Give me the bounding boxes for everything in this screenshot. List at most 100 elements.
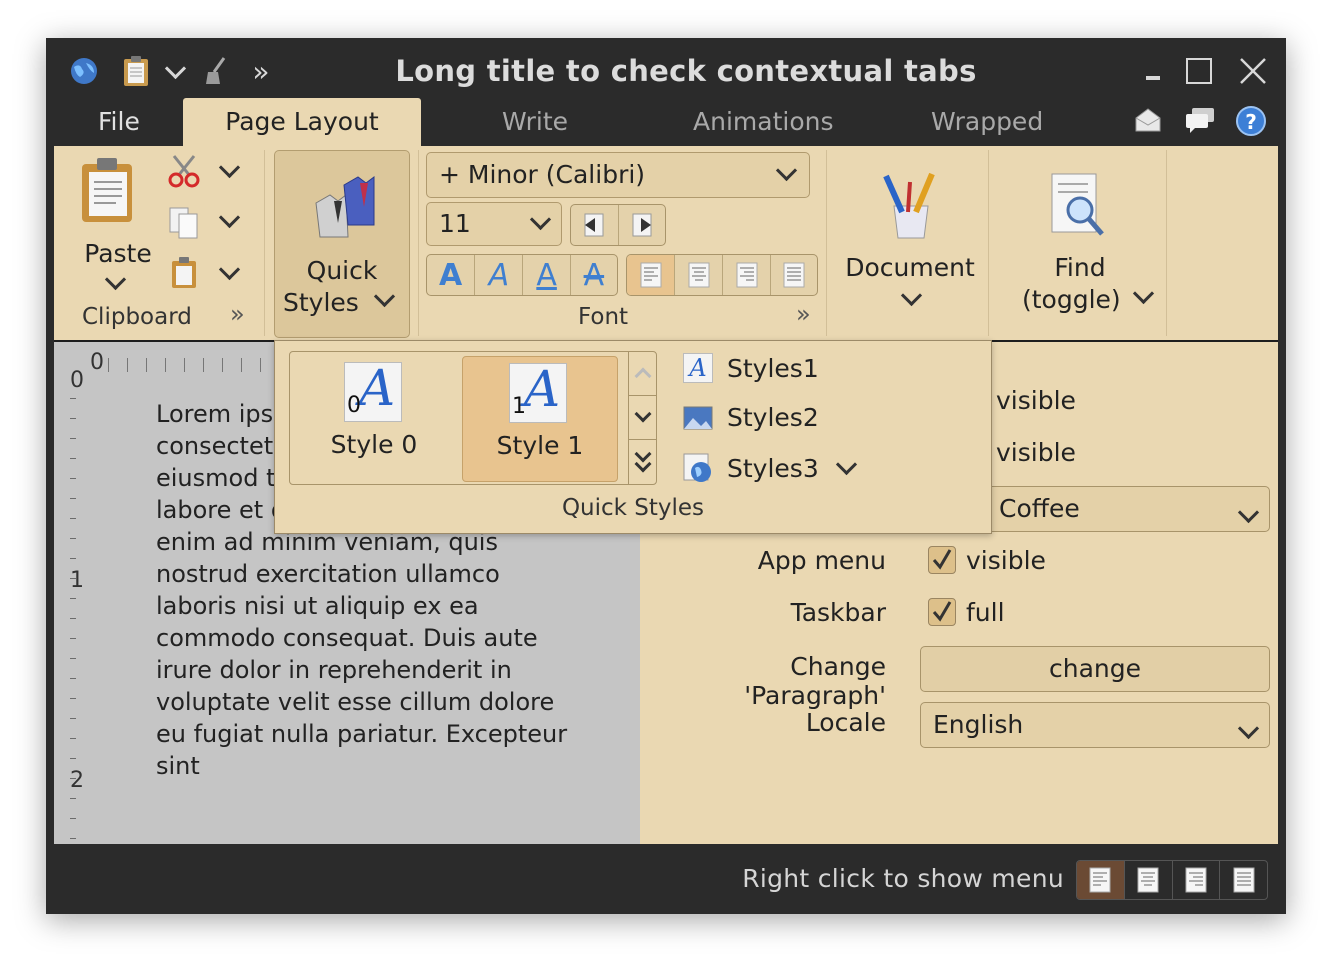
style-1-label: Style 1 — [496, 431, 584, 460]
chevron-down-icon — [373, 285, 396, 308]
styles2-label: Styles2 — [727, 403, 819, 432]
web-page-icon — [683, 453, 711, 482]
font-family-combo[interactable]: + Minor (Calibri) — [426, 152, 810, 198]
checkmark-icon — [932, 601, 952, 622]
status-align-left-icon[interactable] — [1077, 861, 1125, 899]
decrease-indent-icon[interactable] — [571, 205, 619, 245]
style-a-icon: A — [683, 353, 713, 383]
setting-row1-value: visible — [996, 386, 1076, 415]
chevron-down-icon — [835, 453, 857, 475]
paste-button[interactable]: Paste — [72, 152, 152, 292]
alignment-buttons — [626, 254, 818, 296]
font-bold-icon[interactable]: A — [427, 255, 476, 295]
chevron-down-icon[interactable] — [218, 258, 241, 281]
taskbar-label: Taskbar — [790, 598, 886, 627]
chevron-down-icon — [1237, 497, 1260, 526]
gallery-style-0[interactable]: A 0 Style 0 — [302, 358, 446, 478]
find-label-2: (toggle) — [1022, 285, 1121, 314]
chevron-down-icon — [1132, 282, 1155, 305]
maximize-icon[interactable] — [1178, 52, 1218, 90]
copy-icon[interactable] — [168, 206, 200, 244]
tab-file[interactable]: File — [98, 98, 140, 146]
quick-styles-button[interactable]: Quick Styles — [274, 150, 410, 338]
popup-group-label: Quick Styles — [561, 495, 705, 521]
menu-styles1[interactable]: A Styles1 — [683, 353, 819, 383]
clipboard-group-label: Clipboard — [82, 304, 192, 330]
align-left-icon[interactable] — [627, 255, 676, 295]
font-dialog-launcher[interactable]: » — [796, 300, 811, 328]
gallery-down-button[interactable] — [629, 396, 657, 440]
tab-write[interactable]: Write — [502, 98, 568, 146]
find-toggle-button[interactable]: Find (toggle) — [996, 152, 1164, 332]
align-center-icon[interactable] — [675, 255, 724, 295]
font-strikethrough-icon[interactable]: A — [571, 255, 617, 295]
paste-special-icon[interactable] — [168, 256, 200, 294]
picture-icon — [683, 406, 713, 429]
gallery-style-1[interactable]: A 1 Style 1 — [462, 356, 618, 482]
close-icon[interactable] — [1234, 52, 1274, 90]
minimize-icon[interactable] — [1134, 52, 1174, 90]
tab-animations[interactable]: Animations — [693, 98, 833, 146]
menu-styles2[interactable]: Styles2 — [683, 403, 819, 432]
style-1-icon: A 1 — [509, 360, 567, 423]
gallery-expand-button[interactable] — [629, 440, 657, 484]
font-style-buttons: A A A A — [426, 254, 618, 296]
gallery-up-button[interactable] — [629, 352, 657, 396]
status-text[interactable]: Right click to show menu — [742, 864, 1064, 893]
overflow-icon[interactable]: » — [246, 52, 276, 90]
taskbar-value: full — [966, 598, 1005, 627]
find-label-1: Find — [1054, 253, 1106, 282]
locale-value: English — [933, 710, 1024, 739]
locale-label: Locale — [805, 708, 886, 737]
status-align-right-icon[interactable] — [1173, 861, 1221, 899]
envelope-icon[interactable] — [1134, 106, 1162, 138]
chevron-down-icon — [1237, 713, 1260, 742]
font-italic-icon[interactable]: A — [475, 255, 524, 295]
document-label: Document — [845, 253, 975, 282]
font-underline-icon[interactable]: A — [523, 255, 571, 295]
styles1-label: Styles1 — [727, 353, 819, 383]
status-align-justify-icon[interactable] — [1220, 861, 1267, 899]
style-0-label: Style 0 — [330, 430, 418, 459]
setting-row2-value: visible — [996, 438, 1076, 467]
style-0-icon: A 0 — [344, 359, 402, 422]
app-menu-label: App menu — [757, 546, 886, 575]
find-icon — [1051, 173, 1104, 236]
font-size-combo[interactable]: 11 — [426, 202, 562, 246]
menu-styles3[interactable]: Styles3 — [683, 453, 857, 483]
dropdown-chevron-icon[interactable] — [162, 52, 188, 90]
pencil-cup-icon — [883, 172, 935, 239]
quick-styles-label-2: Styles — [283, 288, 359, 317]
tab-page-layout[interactable]: Page Layout — [183, 98, 421, 146]
app-menu-value: visible — [966, 546, 1046, 575]
locale-combo[interactable]: English — [920, 702, 1270, 748]
document-button[interactable]: Document — [834, 152, 986, 332]
align-justify-icon[interactable] — [771, 255, 817, 295]
cut-icon[interactable] — [168, 154, 200, 192]
style-1-index: 1 — [512, 394, 526, 419]
checkmark-icon — [932, 549, 952, 570]
broom-icon[interactable] — [198, 52, 234, 90]
gallery-scrollbar[interactable] — [628, 352, 657, 484]
chevron-down-icon — [775, 159, 798, 182]
quick-styles-popup: A 0 Style 0 A 1 Style 1 A Styles1 Styles… — [274, 340, 992, 534]
quick-styles-label-1: Quick — [306, 256, 378, 285]
ruler-v-zero: 0 — [70, 368, 84, 393]
font-size-value: 11 — [439, 209, 471, 238]
tab-wrapped[interactable]: Wrapped — [931, 98, 1043, 146]
align-right-icon[interactable] — [723, 255, 771, 295]
help-icon[interactable]: ? — [1236, 106, 1266, 136]
clipboard-dialog-launcher[interactable]: » — [230, 300, 245, 328]
styles-gallery: A 0 Style 0 A 1 Style 1 — [289, 351, 657, 485]
chevron-down-icon[interactable] — [218, 206, 241, 229]
clipboard-icon[interactable] — [116, 52, 156, 90]
increase-indent-icon[interactable] — [619, 205, 666, 245]
status-align-center-icon[interactable] — [1125, 861, 1173, 899]
chat-icon[interactable] — [1184, 106, 1216, 138]
chevron-down-icon[interactable] — [218, 156, 241, 179]
app-menu-checkbox[interactable] — [928, 546, 956, 574]
globe-icon[interactable] — [64, 52, 104, 90]
change-button[interactable]: change — [920, 646, 1270, 692]
horizontal-ruler — [108, 358, 274, 372]
taskbar-checkbox[interactable] — [928, 598, 956, 626]
